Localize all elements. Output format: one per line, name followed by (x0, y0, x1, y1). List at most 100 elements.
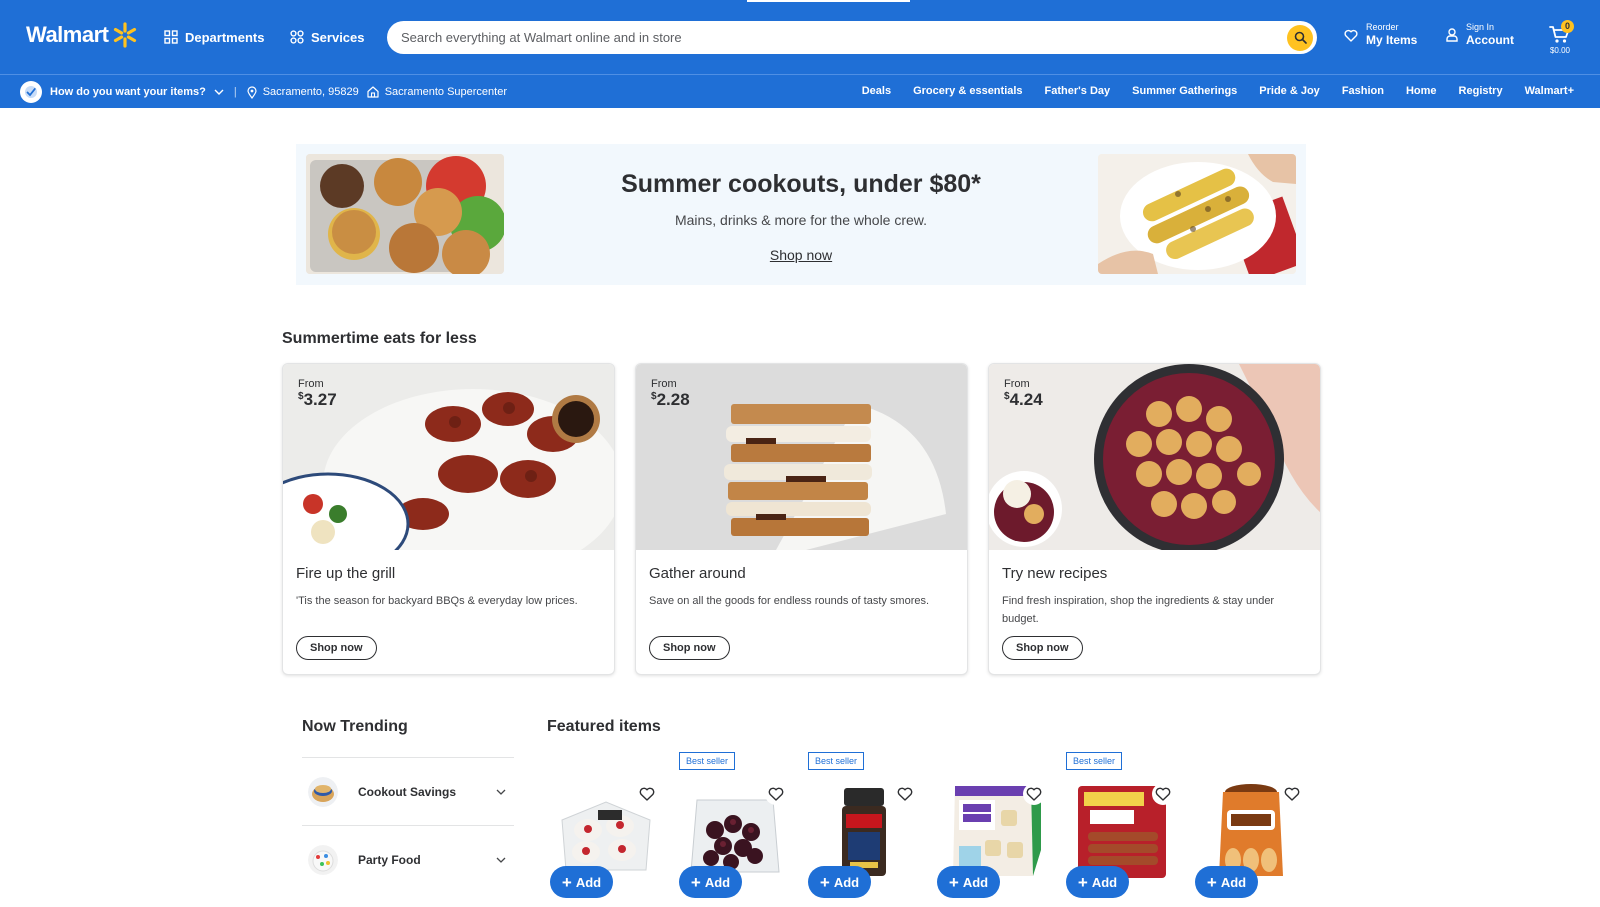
nav-registry[interactable]: Registry (1459, 85, 1503, 97)
card-try-new-recipes[interactable]: From $4.24 Try new recipes Find fresh in… (988, 363, 1321, 675)
product-card[interactable]: Best seller + Add (679, 752, 794, 902)
card-title: Gather around (649, 565, 746, 582)
card-description: 'Tis the season for backyard BBQs & ever… (296, 595, 578, 607)
nav-fathers-day[interactable]: Father's Day (1045, 85, 1111, 97)
search-input[interactable] (387, 21, 1287, 54)
promo-banner[interactable]: Summer cookouts, under $80* Mains, drink… (296, 144, 1306, 285)
card-price: $2.28 (651, 390, 690, 410)
logo-text: Walmart (26, 22, 109, 47)
currency-symbol: $ (651, 391, 657, 402)
chevron-down-icon[interactable] (496, 857, 506, 863)
departments-button[interactable]: Departments (164, 25, 264, 49)
price-value: 3.27 (303, 390, 337, 409)
card-gather-around[interactable]: From $2.28 Gather around Save on all the… (635, 363, 968, 675)
add-label: Add (1091, 874, 1118, 890)
heart-icon (1344, 29, 1358, 42)
delivery-location-bar: How do you want your items? | Sacramento… (20, 81, 507, 103)
top-header: Walmart Departments Services Search ever… (0, 0, 1600, 74)
product-card[interactable]: Best seller + Add (1066, 752, 1181, 902)
card-price: $3.27 (298, 390, 337, 410)
add-label: Add (704, 874, 731, 890)
add-label: Add (1220, 874, 1247, 890)
add-to-cart-button[interactable]: + Add (550, 866, 613, 898)
services-button[interactable]: Services (290, 25, 365, 49)
add-to-cart-button[interactable]: + Add (679, 866, 742, 898)
favorite-heart-icon[interactable] (636, 783, 658, 805)
add-label: Add (962, 874, 989, 890)
card-title: Try new recipes (1002, 565, 1108, 582)
nav-home[interactable]: Home (1406, 85, 1437, 97)
trending-item-party-food[interactable]: Party Food (302, 825, 514, 893)
nav-fashion[interactable]: Fashion (1342, 85, 1384, 97)
nav-grocery[interactable]: Grocery & essentials (913, 85, 1022, 97)
party-food-thumbnail (308, 844, 338, 875)
plus-icon: + (819, 872, 830, 892)
summertime-section-title: Summertime eats for less (282, 330, 477, 347)
reorder-label: Reorder (1366, 22, 1399, 32)
cart-total: $0.00 (1549, 46, 1571, 55)
nav-summer-gatherings[interactable]: Summer Gatherings (1132, 85, 1237, 97)
location-pin-icon (247, 85, 257, 99)
departments-label: Departments (185, 29, 265, 45)
grid-icon (164, 30, 178, 44)
add-label: Add (833, 874, 860, 890)
account-button[interactable]: Sign In Account (1446, 22, 1514, 48)
location-text[interactable]: Sacramento, 95829 (263, 86, 359, 98)
favorite-heart-icon[interactable] (1281, 783, 1303, 805)
plus-icon: + (690, 872, 701, 892)
best-seller-badge: Best seller (808, 752, 865, 770)
shop-now-button[interactable]: Shop now (296, 636, 377, 660)
product-card[interactable]: Best seller + Add (808, 752, 923, 902)
search-button[interactable] (1287, 24, 1313, 51)
featured-items-title: Featured items (547, 718, 661, 735)
sub-navigation-bar: How do you want your items? | Sacramento… (0, 74, 1600, 108)
plus-icon: + (561, 872, 572, 892)
product-card[interactable]: + Add (1195, 752, 1310, 902)
favorite-heart-icon[interactable] (765, 783, 787, 805)
from-label: From (1004, 378, 1030, 390)
product-card[interactable]: + Add (550, 752, 665, 902)
nav-pride-joy[interactable]: Pride & Joy (1259, 85, 1320, 97)
nav-deals[interactable]: Deals (862, 85, 891, 97)
trending-label: Party Food (358, 852, 421, 867)
add-to-cart-button[interactable]: + Add (1195, 866, 1258, 898)
add-to-cart-button[interactable]: + Add (808, 866, 871, 898)
card-description: Save on all the goods for endless rounds… (649, 595, 930, 607)
card-price: $4.24 (1004, 390, 1043, 410)
favorite-heart-icon[interactable] (1023, 783, 1045, 805)
smores-image: From $2.28 (636, 364, 967, 550)
card-fire-up-the-grill[interactable]: From $3.27 Fire up the grill 'Tis the se… (282, 363, 615, 675)
sign-in-label: Sign In (1466, 22, 1495, 32)
user-icon (1446, 28, 1458, 42)
add-label: Add (575, 874, 602, 890)
my-items-label: My Items (1366, 33, 1418, 47)
shop-now-button[interactable]: Shop now (1002, 636, 1083, 660)
trending-item-cookout-savings[interactable]: Cookout Savings (302, 757, 514, 825)
best-seller-badge: Best seller (679, 752, 736, 770)
add-to-cart-button[interactable]: + Add (937, 866, 1000, 898)
price-value: 4.24 (1009, 390, 1043, 409)
loading-indicator (747, 0, 910, 2)
from-label: From (651, 378, 677, 390)
add-to-cart-button[interactable]: + Add (1066, 866, 1129, 898)
cookout-thumbnail (308, 776, 338, 807)
product-card[interactable]: + Add (937, 752, 1052, 902)
category-nav: Deals Grocery & essentials Father's Day … (862, 85, 1574, 97)
store-text[interactable]: Sacramento Supercenter (385, 86, 507, 98)
from-label: From (298, 378, 324, 390)
walmart-logo[interactable]: Walmart (26, 22, 138, 48)
reorder-my-items[interactable]: Reorder My Items (1344, 22, 1417, 48)
search-bar (387, 21, 1317, 54)
best-seller-badge: Best seller (1066, 752, 1123, 770)
favorite-heart-icon[interactable] (1152, 783, 1174, 805)
services-label: Services (311, 29, 365, 45)
chevron-down-icon[interactable] (214, 89, 224, 95)
shop-now-button[interactable]: Shop now (649, 636, 730, 660)
favorite-heart-icon[interactable] (894, 783, 916, 805)
cart-button[interactable]: 0 $0.00 (1545, 20, 1575, 55)
chevron-down-icon[interactable] (496, 789, 506, 795)
nav-walmart-plus[interactable]: Walmart+ (1525, 85, 1574, 97)
search-icon (1294, 31, 1307, 44)
delivery-prompt[interactable]: How do you want your items? (50, 86, 206, 98)
spark-icon (112, 22, 138, 48)
